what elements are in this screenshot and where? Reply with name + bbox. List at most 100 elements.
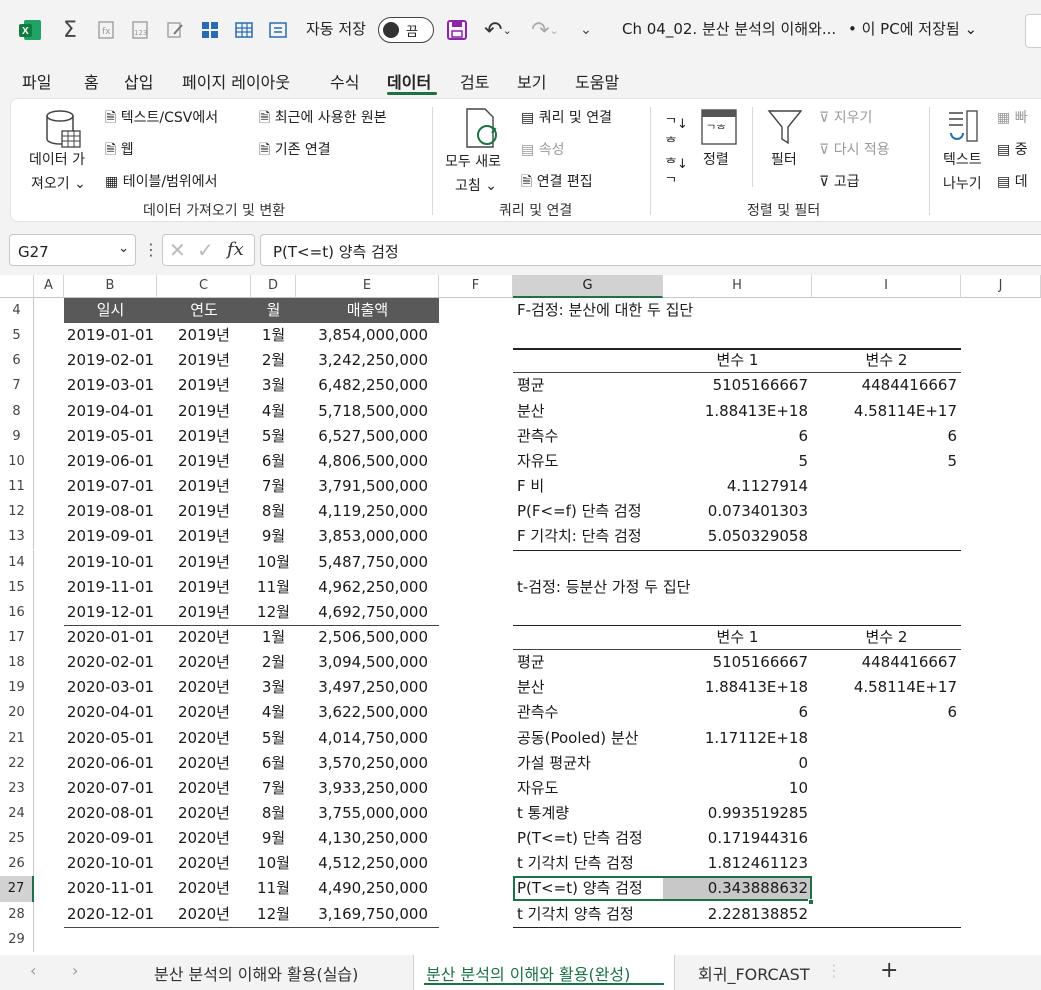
year-cell[interactable]: 2019년 — [157, 575, 251, 600]
stat-label-cell[interactable]: 공동(Pooled) 분산 — [517, 726, 662, 751]
year-cell[interactable]: 2020년 — [157, 675, 251, 700]
tab-data[interactable]: 데이터 — [387, 69, 431, 93]
date-cell[interactable]: 2020-02-01 — [64, 650, 157, 675]
year-cell[interactable]: 2020년 — [157, 650, 251, 675]
column-header[interactable]: E — [296, 275, 439, 298]
stat-value-cell[interactable]: 4.1127914 — [663, 474, 808, 499]
row-header[interactable]: 5 — [0, 323, 34, 349]
date-cell[interactable]: 2019-07-01 — [64, 474, 157, 499]
stat-value-cell[interactable]: 6 — [812, 700, 957, 725]
month-cell[interactable]: 1월 — [251, 323, 296, 348]
stat-label-cell[interactable]: 평균 — [517, 650, 662, 675]
sales-cell[interactable]: 3,791,500,000 — [296, 474, 428, 499]
sales-cell[interactable]: 5,718,500,000 — [296, 399, 428, 424]
row-header[interactable]: 4 — [0, 298, 34, 324]
enter-icon[interactable]: ✓ — [197, 238, 214, 262]
year-cell[interactable]: 2020년 — [157, 826, 251, 851]
tab-help[interactable]: 도움말 — [575, 69, 619, 93]
name-box[interactable]: G27 ⌄ — [9, 234, 136, 266]
row-header[interactable]: 9 — [0, 423, 34, 449]
stat-label-cell[interactable]: P(T<=t) 양측 검정 — [517, 876, 662, 901]
tab-view[interactable]: 보기 — [517, 69, 546, 93]
column-header[interactable]: C — [157, 275, 251, 298]
fill-handle[interactable] — [808, 898, 814, 905]
stat-value-cell[interactable]: 6 — [812, 424, 957, 449]
sales-cell[interactable]: 4,962,250,000 — [296, 575, 428, 600]
stat-label-cell[interactable]: 자유도 — [517, 776, 662, 801]
date-cell[interactable]: 2020-10-01 — [64, 851, 157, 876]
sales-cell[interactable]: 3,169,750,000 — [296, 902, 428, 927]
tab-home[interactable]: 홈 — [84, 69, 99, 93]
stat-label-cell[interactable]: t 통계량 — [517, 801, 662, 826]
stat-value-cell[interactable]: 0.171944316 — [663, 826, 808, 851]
month-cell[interactable]: 3월 — [251, 373, 296, 398]
year-cell[interactable]: 2019년 — [157, 600, 251, 625]
date-cell[interactable]: 2020-06-01 — [64, 751, 157, 776]
stat-label-cell[interactable]: t 기각치 단측 검정 — [517, 851, 662, 876]
stat-value-cell[interactable]: 0.993519285 — [663, 801, 808, 826]
stat-value-cell[interactable] — [812, 726, 957, 751]
stat-value-cell[interactable]: 4.58114E+17 — [812, 399, 957, 424]
column-header[interactable]: I — [812, 275, 961, 298]
date-cell[interactable]: 2019-10-01 — [64, 550, 157, 575]
year-cell[interactable]: 2019년 — [157, 348, 251, 373]
chevron-right-icon[interactable]: › — [72, 961, 78, 980]
row-header[interactable]: 27 — [0, 876, 34, 902]
date-cell[interactable]: 2020-03-01 — [64, 675, 157, 700]
stat-label-cell[interactable]: 관측수 — [517, 700, 662, 725]
tab-page-layout[interactable]: 페이지 레이아웃 — [182, 69, 290, 93]
stat-value-cell[interactable]: 5 — [812, 449, 957, 474]
column-header[interactable]: D — [251, 275, 296, 298]
month-cell[interactable]: 10월 — [251, 851, 296, 876]
row-header[interactable]: 16 — [0, 599, 34, 625]
date-cell[interactable]: 2019-04-01 — [64, 399, 157, 424]
worksheet-grid[interactable]: A B C D E F G H I J 4 5 6 7 8 9 10 11 12 13 14 15 16… — [0, 275, 1041, 955]
edit-icon[interactable] — [163, 14, 187, 46]
stat-label-cell[interactable]: F 비 — [517, 474, 662, 499]
year-cell[interactable]: 2019년 — [157, 424, 251, 449]
row-header[interactable]: 7 — [0, 373, 34, 399]
month-cell[interactable]: 1월 — [251, 625, 296, 650]
date-cell[interactable]: 2019-01-01 — [64, 323, 157, 348]
month-cell[interactable]: 10월 — [251, 550, 296, 575]
sales-cell[interactable]: 6,482,250,000 — [296, 373, 428, 398]
row-header[interactable]: 15 — [0, 574, 34, 600]
sales-cell[interactable]: 3,094,500,000 — [296, 650, 428, 675]
select-all-corner[interactable] — [0, 275, 34, 298]
sales-cell[interactable]: 4,692,750,000 — [296, 600, 428, 625]
stat-label-cell[interactable]: P(T<=t) 단측 검정 — [517, 826, 662, 851]
row-header[interactable]: 19 — [0, 675, 34, 701]
stat-value-cell[interactable] — [812, 751, 957, 776]
month-cell[interactable]: 2월 — [251, 650, 296, 675]
stat-value-cell[interactable]: 0.343888632 — [663, 876, 808, 901]
undo-icon[interactable]: ↶ ⌄ — [479, 14, 517, 46]
stat-value-cell[interactable]: 2.228138852 — [663, 902, 808, 927]
month-cell[interactable]: 8월 — [251, 801, 296, 826]
save-status[interactable]: • 이 PC에 저장됨 ⌄ — [848, 18, 977, 39]
customize-toolbar-icon[interactable]: ⌄ — [576, 14, 596, 46]
save-icon[interactable] — [444, 14, 470, 46]
stat-label-cell[interactable]: t 기각치 양측 검정 — [517, 902, 662, 927]
stat-value-cell[interactable] — [812, 499, 957, 524]
year-cell[interactable]: 2019년 — [157, 524, 251, 549]
text-to-columns-button[interactable]: 텍스트 나누기 — [943, 149, 982, 193]
date-cell[interactable]: 2020-08-01 — [64, 801, 157, 826]
stat-value-cell[interactable] — [812, 474, 957, 499]
sales-cell[interactable]: 5,487,750,000 — [296, 550, 428, 575]
stat-value-cell[interactable] — [812, 776, 957, 801]
row-header[interactable]: 21 — [0, 725, 34, 751]
date-cell[interactable]: 2020-01-01 — [64, 625, 157, 650]
month-cell[interactable]: 6월 — [251, 449, 296, 474]
stat-value-cell[interactable]: 4484416667 — [812, 650, 957, 675]
stat-value-cell[interactable]: 1.88413E+18 — [663, 675, 808, 700]
tab-review[interactable]: 검토 — [460, 69, 489, 93]
tab-file[interactable]: 파일 — [22, 69, 51, 93]
formula-input[interactable]: P(T<=t) 양측 검정 — [260, 234, 1041, 266]
sales-cell[interactable]: 3,242,250,000 — [296, 348, 428, 373]
month-cell[interactable]: 12월 — [251, 902, 296, 927]
year-cell[interactable]: 2019년 — [157, 373, 251, 398]
month-cell[interactable]: 4월 — [251, 700, 296, 725]
filter-button[interactable]: 필터 — [771, 149, 797, 169]
date-cell[interactable]: 2020-09-01 — [64, 826, 157, 851]
tab-insert[interactable]: 삽입 — [124, 69, 153, 93]
